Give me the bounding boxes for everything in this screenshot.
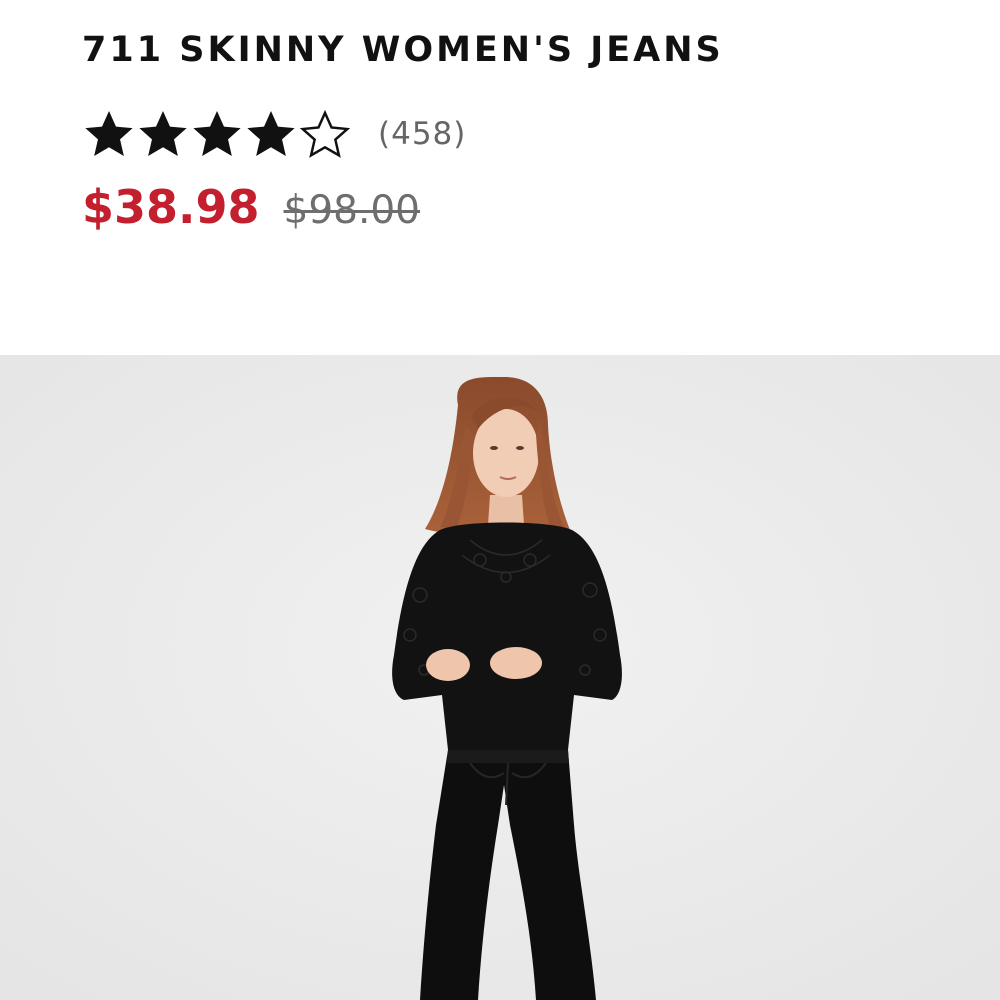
- star-filled-icon: [82, 107, 136, 161]
- star-rating[interactable]: [82, 107, 352, 161]
- model-photo: [0, 355, 1000, 1000]
- star-filled-icon: [136, 107, 190, 161]
- star-filled-icon: [244, 107, 298, 161]
- star-filled-icon: [190, 107, 244, 161]
- star-empty-icon: [298, 107, 352, 161]
- original-price: $98.00: [283, 188, 420, 233]
- product-image[interactable]: [0, 355, 1000, 1000]
- price-row: $38.98 $98.00: [82, 180, 420, 234]
- rating-row[interactable]: (458): [82, 108, 466, 160]
- sale-price: $38.98: [82, 180, 260, 234]
- product-title: 711 SKINNY WOMEN'S JEANS: [82, 30, 724, 70]
- review-count[interactable]: (458): [378, 116, 466, 152]
- product-header: 711 SKINNY WOMEN'S JEANS (458) $38.98 $9…: [82, 0, 962, 355]
